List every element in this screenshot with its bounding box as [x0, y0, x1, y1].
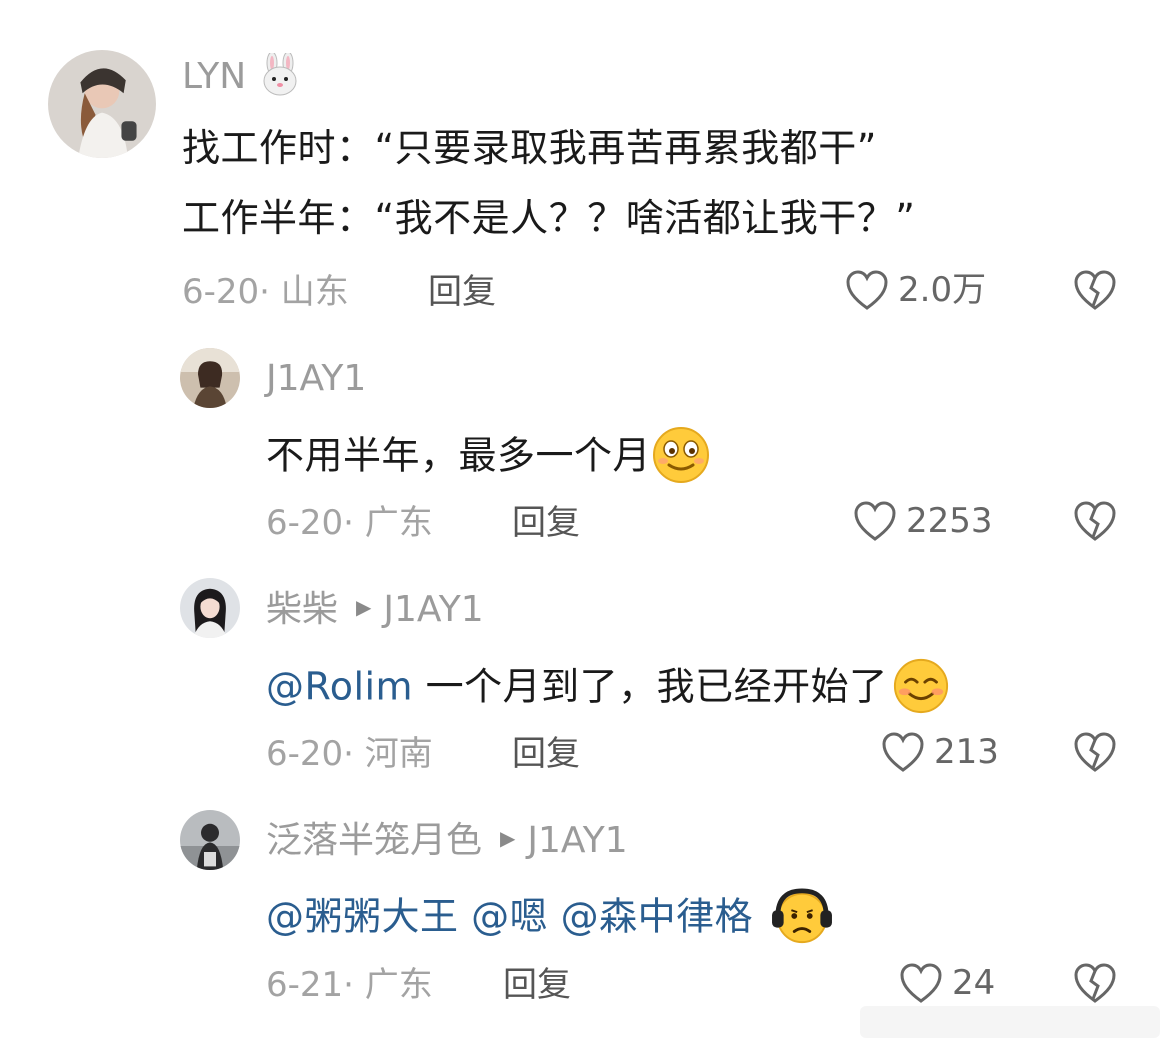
broken-heart-icon[interactable]	[1072, 499, 1118, 543]
smirk-face-icon	[651, 425, 711, 485]
heart-icon	[882, 732, 924, 772]
avatar[interactable]	[48, 50, 156, 158]
mention-links[interactable]: @粥粥大王 @嗯 @森中律格	[266, 895, 753, 939]
comment-text: @粥粥大王 @嗯 @森中律格	[266, 887, 835, 948]
reply-button[interactable]: 回复	[512, 734, 580, 774]
smiling-face-icon	[892, 657, 950, 715]
watermark-logo	[860, 1006, 1160, 1038]
headphones-face-icon	[769, 887, 835, 945]
comment-text-line: 工作半年：“我不是人？？啥活都让我干？”	[182, 196, 916, 240]
like-count: 2253	[906, 501, 993, 541]
heart-icon	[854, 501, 896, 541]
username[interactable]: 柴柴 ▶ J1AY1	[266, 590, 484, 631]
reply-button[interactable]: 回复	[428, 272, 496, 312]
heart-icon	[846, 270, 888, 310]
like-button[interactable]: 24	[898, 961, 995, 1005]
reply-button[interactable]: 回复	[512, 503, 580, 543]
reply-button[interactable]: 回复	[503, 965, 571, 1005]
reply-to-username[interactable]: J1AY1	[527, 820, 627, 861]
like-button[interactable]: 2.0万	[844, 268, 986, 312]
avatar[interactable]	[180, 578, 240, 638]
heart-icon	[900, 963, 942, 1003]
broken-heart-icon[interactable]	[1072, 268, 1118, 312]
date-location: 6-20· 山东	[182, 272, 349, 312]
username[interactable]: 泛落半笼月色 ▶ J1AY1	[266, 821, 628, 862]
date-location: 6-20· 广东	[266, 503, 433, 543]
broken-heart-icon[interactable]	[1072, 730, 1118, 774]
comment-text: @Rolim 一个月到了，我已经开始了	[266, 657, 950, 718]
like-count: 2.0万	[898, 270, 987, 310]
like-count: 213	[934, 732, 999, 772]
username[interactable]: LYN	[182, 53, 302, 100]
username[interactable]: J1AY1	[266, 359, 366, 399]
date-location: 6-20· 河南	[266, 734, 433, 774]
date-location: 6-21· 广东	[266, 965, 433, 1005]
comment-text: 不用半年，最多一个月	[266, 425, 711, 488]
reply-to-username[interactable]: J1AY1	[383, 589, 483, 630]
comment-text-line: 找工作时：“只要录取我再苦再累我都干”	[182, 126, 877, 170]
rabbit-face-icon	[258, 53, 302, 97]
like-button[interactable]: 2253	[852, 499, 993, 543]
mention-link[interactable]: @Rolim	[266, 665, 413, 709]
like-count: 24	[952, 963, 996, 1003]
avatar[interactable]	[180, 810, 240, 870]
reply-to-arrow-icon: ▶	[500, 826, 516, 850]
broken-heart-icon[interactable]	[1072, 961, 1118, 1005]
reply-to-arrow-icon: ▶	[356, 595, 372, 619]
avatar[interactable]	[180, 348, 240, 408]
like-button[interactable]: 213	[880, 730, 999, 774]
